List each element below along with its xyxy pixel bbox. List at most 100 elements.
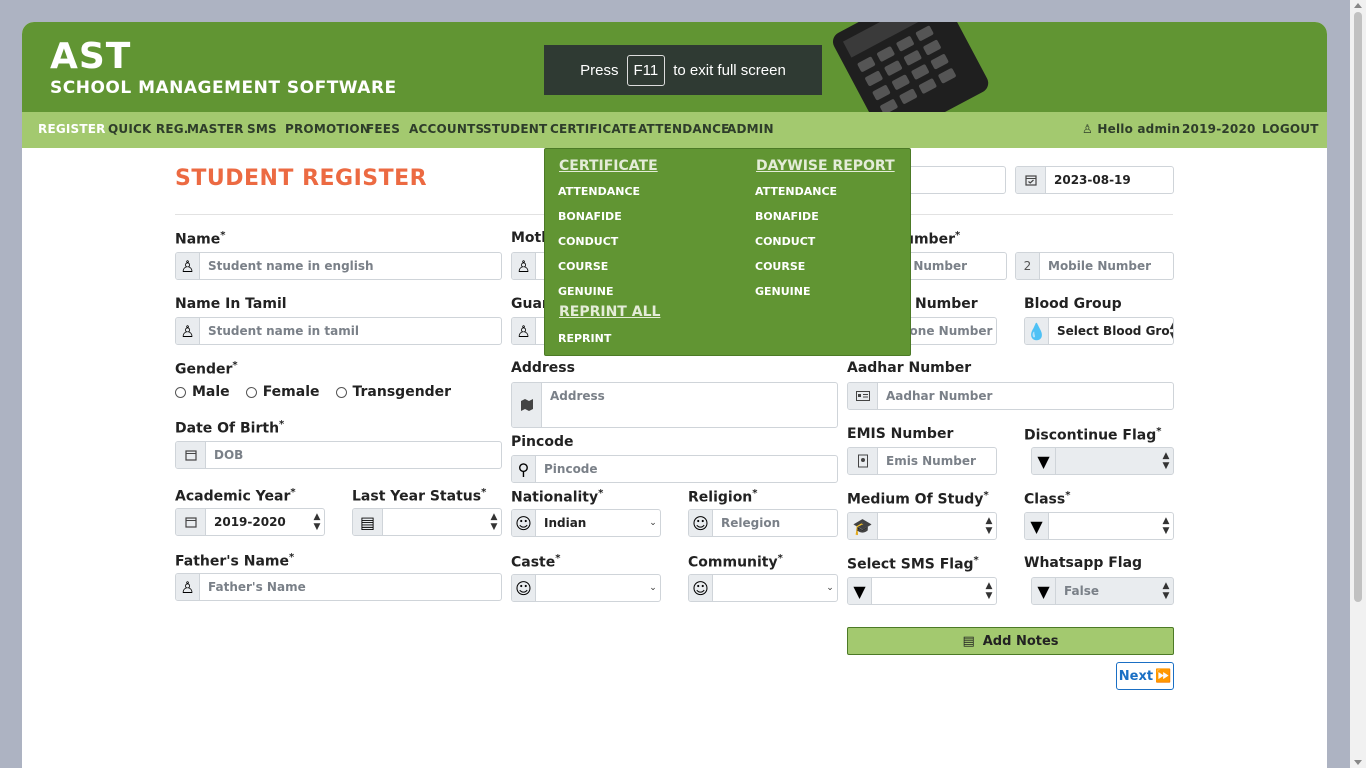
nationality-value: Indian — [544, 516, 587, 530]
mobile-prefix: 2 — [1016, 253, 1040, 279]
list-icon: ▤ — [353, 509, 383, 535]
gender-male-radio[interactable] — [175, 386, 186, 398]
father-placeholder: Father's Name — [208, 580, 306, 594]
map-icon — [512, 383, 542, 427]
main-nav: REGISTER QUICK REG. MASTER SMS PROMOTION… — [22, 112, 1327, 148]
nav-fees[interactable]: FEES — [366, 122, 400, 136]
dropdown-heading-daywise-report: DAYWISE REPORT — [756, 158, 895, 174]
whatsapp-value: False — [1064, 584, 1099, 598]
nav-sms[interactable]: SMS — [247, 122, 277, 136]
caste-label: Caste* — [511, 553, 561, 571]
dropdown-reprint[interactable]: REPRINT — [558, 332, 611, 345]
filter-icon: ▼ — [1032, 578, 1056, 604]
nav-admin[interactable]: ADMIN — [727, 122, 774, 136]
graduation-cap-icon: 🎓 — [848, 513, 878, 539]
user-circle-icon: ☺ — [512, 575, 536, 601]
dropdown-daywise-course[interactable]: COURSE — [755, 260, 805, 273]
class-label: Class* — [1024, 490, 1071, 508]
nav-accounts[interactable]: ACCOUNTS — [409, 122, 484, 136]
user-circle-icon: ☺ — [512, 510, 536, 536]
gender-transgender-radio[interactable] — [335, 386, 347, 398]
chevron-down-icon: ⌄ — [826, 583, 834, 593]
emis-input[interactable]: Emis Number — [847, 447, 997, 475]
dropdown-daywise-bonafide[interactable]: BONAFIDE — [755, 210, 819, 223]
certificate-dropdown: CERTIFICATE ATTENDANCE BONAFIDE CONDUCT … — [544, 148, 911, 356]
aadhar-label: Aadhar Number — [847, 360, 972, 376]
app-window: AST SCHOOL MANAGEMENT SOFTWARE REGISTER … — [22, 22, 1327, 768]
nav-student[interactable]: STUDENT — [483, 122, 547, 136]
blood-group-select[interactable]: 💧 Select Blood Gro ▲▼ — [1024, 317, 1174, 345]
dropdown-cert-course[interactable]: COURSE — [558, 260, 608, 273]
last-year-status-select[interactable]: ▤ ▲ ▼ — [352, 508, 502, 536]
dob-placeholder: DOB — [214, 448, 244, 462]
dropdown-cert-genuine[interactable]: GENUINE — [558, 285, 614, 298]
scroll-down-icon[interactable] — [1354, 760, 1362, 765]
pincode-input[interactable]: ⚲ Pincode — [511, 455, 838, 483]
nationality-select[interactable]: ☺ Indian ⌄ — [511, 509, 661, 537]
whatsapp-select[interactable]: ▼ False ▲ ▼ — [1031, 577, 1174, 605]
nav-year[interactable]: 2019-2020 — [1182, 122, 1256, 136]
community-select[interactable]: ☺ ⌄ — [688, 574, 838, 602]
name-placeholder: Student name in english — [208, 259, 374, 273]
phone-label: Number — [915, 296, 978, 312]
religion-input[interactable]: ☺ Relegion — [688, 509, 838, 537]
address-textarea[interactable]: Address — [511, 382, 838, 428]
fast-forward-icon: ⏩ — [1155, 668, 1172, 684]
nav-user[interactable]: ♙ Hello admin — [1082, 122, 1180, 136]
page-title: STUDENT REGISTER — [175, 166, 428, 191]
id-card-icon — [848, 383, 878, 409]
father-input[interactable]: ♙ Father's Name — [175, 573, 502, 601]
nav-attendance[interactable]: ATTENDANCE — [638, 122, 730, 136]
blood-group-placeholder: Select Blood Gro — [1057, 324, 1170, 338]
scrollbar-thumb[interactable] — [1354, 12, 1362, 602]
sms-flag-select[interactable]: ▼ ▲ ▼ — [847, 577, 997, 605]
nav-promotion[interactable]: PROMOTION — [285, 122, 370, 136]
aadhar-input[interactable]: Aadhar Number — [847, 382, 1174, 410]
select-arrow-icon: ▲▼ — [313, 512, 321, 532]
user-circle-icon: ☺ — [689, 510, 713, 536]
discontinue-select[interactable]: ▼ ▲ ▼ — [1031, 447, 1174, 475]
emis-label: EMIS Number — [847, 426, 954, 442]
filter-icon: ▼ — [1025, 513, 1049, 539]
dropdown-cert-bonafide[interactable]: BONAFIDE — [558, 210, 622, 223]
dropdown-daywise-conduct[interactable]: CONDUCT — [755, 235, 815, 248]
nav-logout[interactable]: LOGOUT — [1262, 122, 1319, 136]
mobile-input-2[interactable]: 2 Mobile Number — [1015, 252, 1174, 280]
dob-input[interactable]: DOB — [175, 441, 502, 469]
medium-select[interactable]: 🎓 ▲ ▼ — [847, 512, 997, 540]
select-arrow-icon: ▲▼ — [490, 512, 498, 532]
class-select[interactable]: ▼ ▲ ▼ — [1024, 512, 1174, 540]
academic-year-value: 2019-2020 — [214, 515, 286, 529]
dob-label: Date Of Birth* — [175, 419, 285, 437]
select-arrow-icon: ▲▼ — [1170, 321, 1173, 341]
scroll-up-icon[interactable] — [1354, 3, 1362, 8]
fullscreen-toast-prefix: Press — [580, 61, 619, 79]
pincode-placeholder: Pincode — [544, 462, 598, 476]
top-filter-field[interactable] — [897, 166, 1006, 194]
nav-quick-reg[interactable]: QUICK REG. — [108, 122, 189, 136]
nav-master[interactable]: MASTER — [187, 122, 244, 136]
next-label: Next — [1118, 668, 1154, 684]
caste-select[interactable]: ☺ ⌄ — [511, 574, 661, 602]
user-icon: ♙ — [1082, 122, 1093, 136]
fullscreen-toast: Press F11 to exit full screen — [544, 45, 822, 95]
gender-female-radio[interactable] — [245, 386, 257, 398]
name-tamil-input[interactable]: ♙ Student name in tamil — [175, 317, 502, 345]
medium-label: Medium Of Study* — [847, 490, 989, 508]
dropdown-daywise-genuine[interactable]: GENUINE — [755, 285, 811, 298]
religion-label: Religion* — [688, 488, 758, 506]
nav-certificate[interactable]: CERTIFICATE — [550, 122, 637, 136]
page-scrollbar[interactable] — [1350, 0, 1366, 768]
religion-placeholder: Relegion — [721, 516, 781, 530]
add-notes-button[interactable]: ▤ Add Notes — [847, 627, 1174, 655]
gender-label: Gender* — [175, 360, 238, 378]
date-field[interactable]: 2023-08-19 — [1015, 166, 1174, 194]
academic-year-select[interactable]: 2019-2020 ▲ ▼ — [175, 508, 325, 536]
dropdown-daywise-attendance[interactable]: ATTENDANCE — [755, 185, 837, 198]
dropdown-cert-attendance[interactable]: ATTENDANCE — [558, 185, 640, 198]
nav-register[interactable]: REGISTER — [38, 122, 106, 136]
dropdown-cert-conduct[interactable]: CONDUCT — [558, 235, 618, 248]
user-greeting: Hello admin — [1097, 122, 1181, 136]
next-button[interactable]: Next ⏩ — [1116, 662, 1174, 690]
name-input[interactable]: ♙ Student name in english — [175, 252, 502, 280]
